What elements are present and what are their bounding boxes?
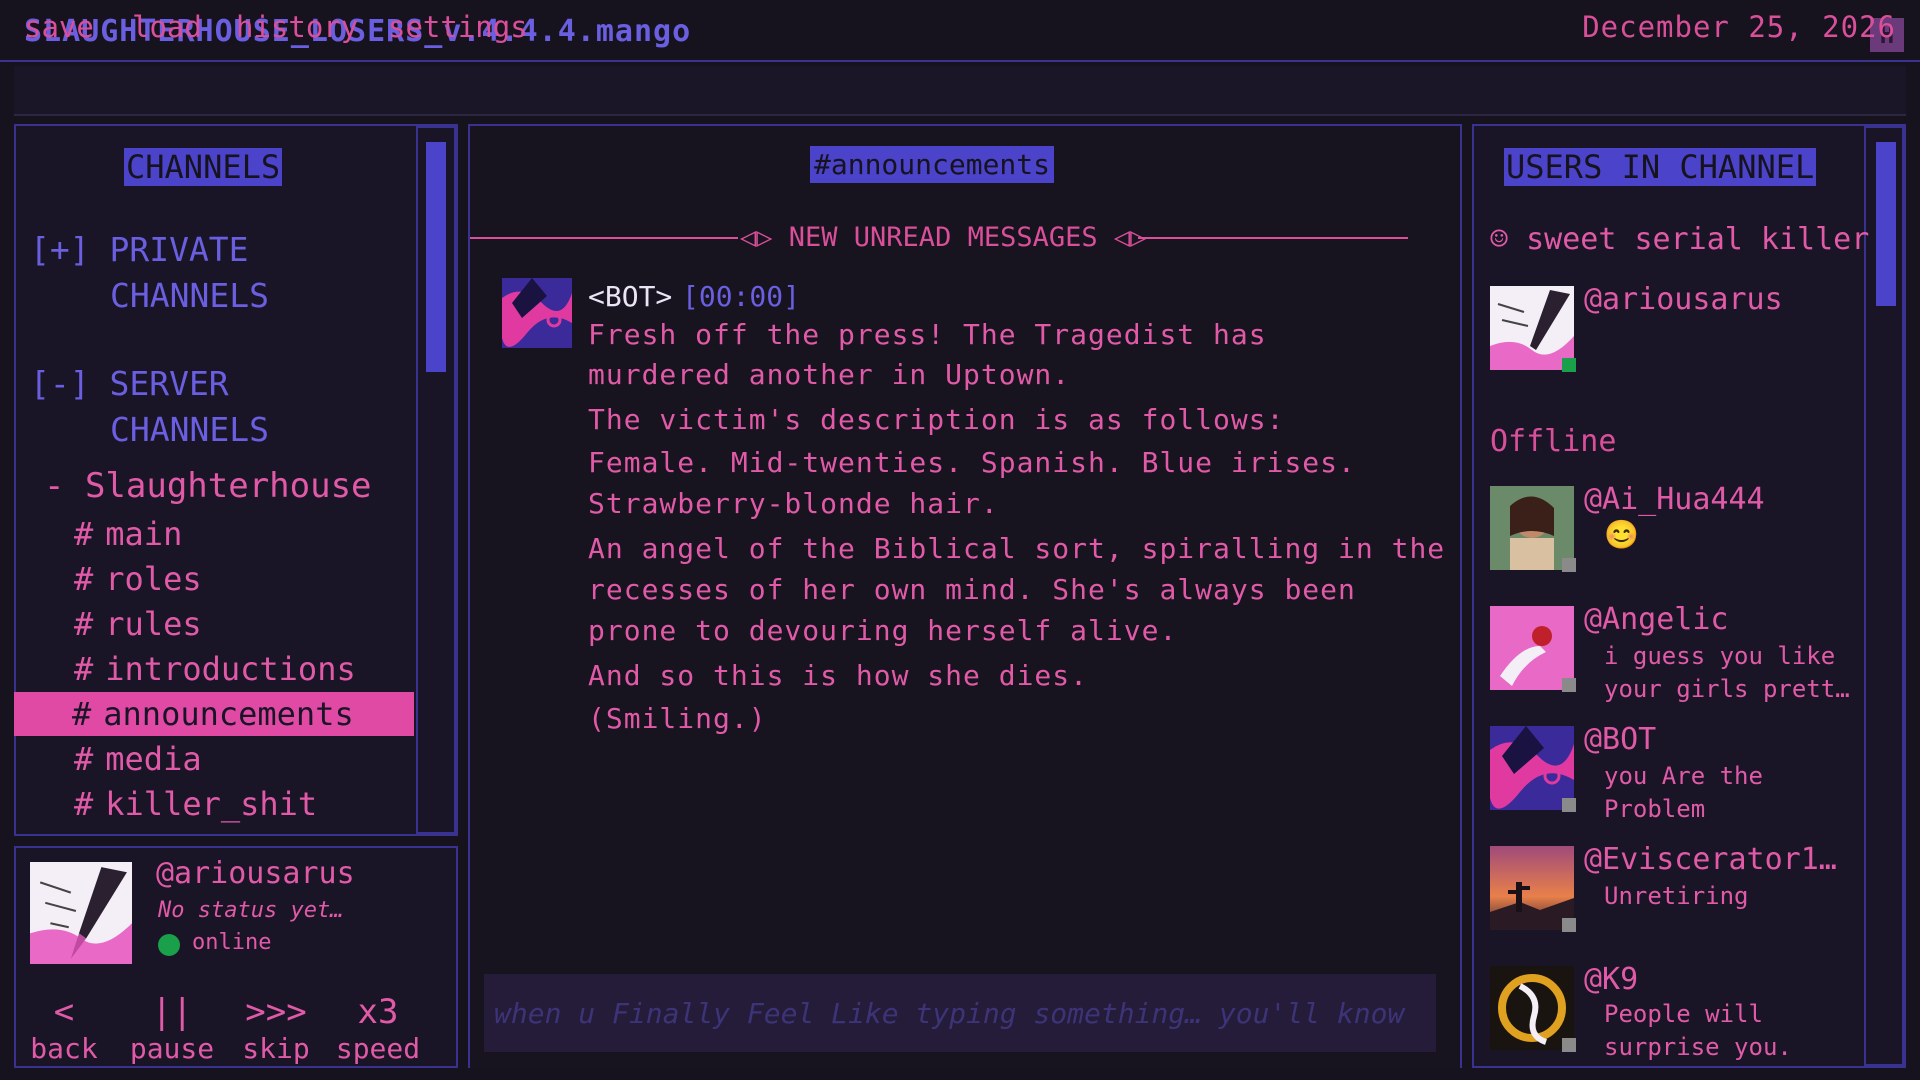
message-line: And so this is how she dies. [588, 659, 1089, 692]
message-composer [484, 974, 1436, 1052]
hash-icon: # [74, 785, 94, 823]
user-name[interactable]: @K9 [1584, 962, 1638, 997]
message-author: <BOT> [588, 280, 673, 313]
group-online-label: ☺ sweet serial killer [1490, 222, 1870, 257]
message-line: Fresh off the press! The Tragedist has [588, 318, 1267, 351]
offline-dot-icon [1562, 558, 1576, 572]
unread-divider-right [1138, 237, 1408, 239]
speed-icon: x3 [357, 992, 399, 1032]
hash-icon: # [74, 515, 94, 553]
user-status: People will [1604, 1000, 1763, 1028]
channel-announcements[interactable]: # announcements [14, 692, 414, 736]
hash-icon: # [74, 650, 94, 688]
menu-bar [14, 66, 1906, 116]
avatar[interactable] [30, 862, 132, 964]
message-line: An angel of the Biblical sort, spirallin… [588, 532, 1446, 565]
offline-dot-icon [1562, 798, 1576, 812]
channel-roles[interactable]: # roles [74, 557, 202, 601]
message-line: Strawberry-blonde hair. [588, 487, 999, 520]
channel-scroll-thumb[interactable] [426, 142, 446, 372]
skip-icon: >>> [245, 992, 307, 1032]
online-dot-icon [158, 934, 180, 956]
channel-media[interactable]: # media [74, 737, 202, 781]
user-status: 😊 [1604, 518, 1639, 551]
user-status: Problem [1604, 795, 1706, 823]
menu-history[interactable]: history [236, 10, 358, 44]
private-channels-toggle[interactable]: [+] PRIVATE [30, 226, 249, 274]
hash-icon: # [74, 560, 94, 598]
speed-button[interactable]: x3 speed [328, 992, 428, 1065]
menu-load[interactable]: load [132, 10, 202, 44]
bot-avatar[interactable] [502, 278, 572, 348]
user-name[interactable]: @Eviscerator1… [1584, 842, 1837, 877]
message-line: recesses of her own mind. She's always b… [588, 573, 1356, 606]
user-status: Unretiring [1604, 882, 1749, 910]
message-timestamp: [00:00] [682, 280, 801, 313]
server-channels-toggle[interactable]: [-] SERVER [30, 360, 229, 408]
hash-icon: # [74, 605, 94, 643]
current-user-status[interactable]: No status yet… [158, 898, 343, 923]
back-icon: < [53, 992, 75, 1032]
channel-introductions[interactable]: # introductions [74, 647, 356, 691]
channel-title: #announcements [810, 146, 1055, 183]
users-scroll-thumb[interactable] [1876, 142, 1896, 306]
channel-killer-shit[interactable]: # killer_shit [74, 782, 317, 826]
unread-banner: ◁▷ NEW UNREAD MESSAGES ◁▷ [740, 222, 1147, 253]
user-status: i guess you like [1604, 642, 1836, 670]
back-button[interactable]: < back [14, 992, 114, 1065]
current-user-name: @ariousarus [156, 856, 355, 891]
user-name[interactable]: @Angelic [1584, 602, 1729, 637]
server-channels-label: CHANNELS [110, 410, 269, 449]
user-name[interactable]: @BOT [1584, 722, 1656, 757]
private-channels-label: CHANNELS [110, 276, 269, 315]
offline-dot-icon [1562, 678, 1576, 692]
message-line: Female. Mid-twenties. Spanish. Blue iris… [588, 446, 1356, 479]
offline-dot-icon [1562, 918, 1576, 932]
message-line: murdered another in Uptown. [588, 358, 1071, 391]
user-status: you Are the [1604, 762, 1763, 790]
user-name[interactable]: @ariousarus [1584, 282, 1783, 317]
hash-icon: # [72, 695, 92, 733]
menu-date: December 25, 2026 [1582, 10, 1896, 44]
menu-settings[interactable]: settings [388, 10, 528, 44]
message-line: prone to devouring herself alive. [588, 614, 1178, 647]
offline-label: Offline [1490, 424, 1617, 459]
channel-main[interactable]: # main [74, 512, 182, 556]
hash-icon: # [74, 740, 94, 778]
presence-label: online [192, 930, 272, 955]
channel-rules[interactable]: # rules [74, 602, 202, 646]
menu-save[interactable]: save [24, 10, 94, 44]
pause-icon: || [151, 992, 193, 1032]
message-line: The victim's description is as follows: [588, 403, 1285, 436]
user-status: your girls prett… [1604, 675, 1850, 703]
message-line: (Smiling.) [588, 702, 767, 735]
user-name[interactable]: @Ai_Hua444 [1584, 482, 1765, 517]
pause-button[interactable]: || pause [122, 992, 222, 1065]
users-heading: USERS IN CHANNEL [1504, 148, 1817, 186]
offline-dot-icon [1562, 1038, 1576, 1052]
channels-heading: CHANNELS [124, 148, 283, 186]
message-input[interactable] [484, 974, 1436, 1052]
unread-divider-left [470, 237, 738, 239]
user-status: surprise you. [1604, 1033, 1792, 1061]
skip-button[interactable]: >>> skip [226, 992, 326, 1065]
server-name[interactable]: - Slaughterhouse [44, 466, 372, 506]
online-dot-icon [1562, 358, 1576, 372]
